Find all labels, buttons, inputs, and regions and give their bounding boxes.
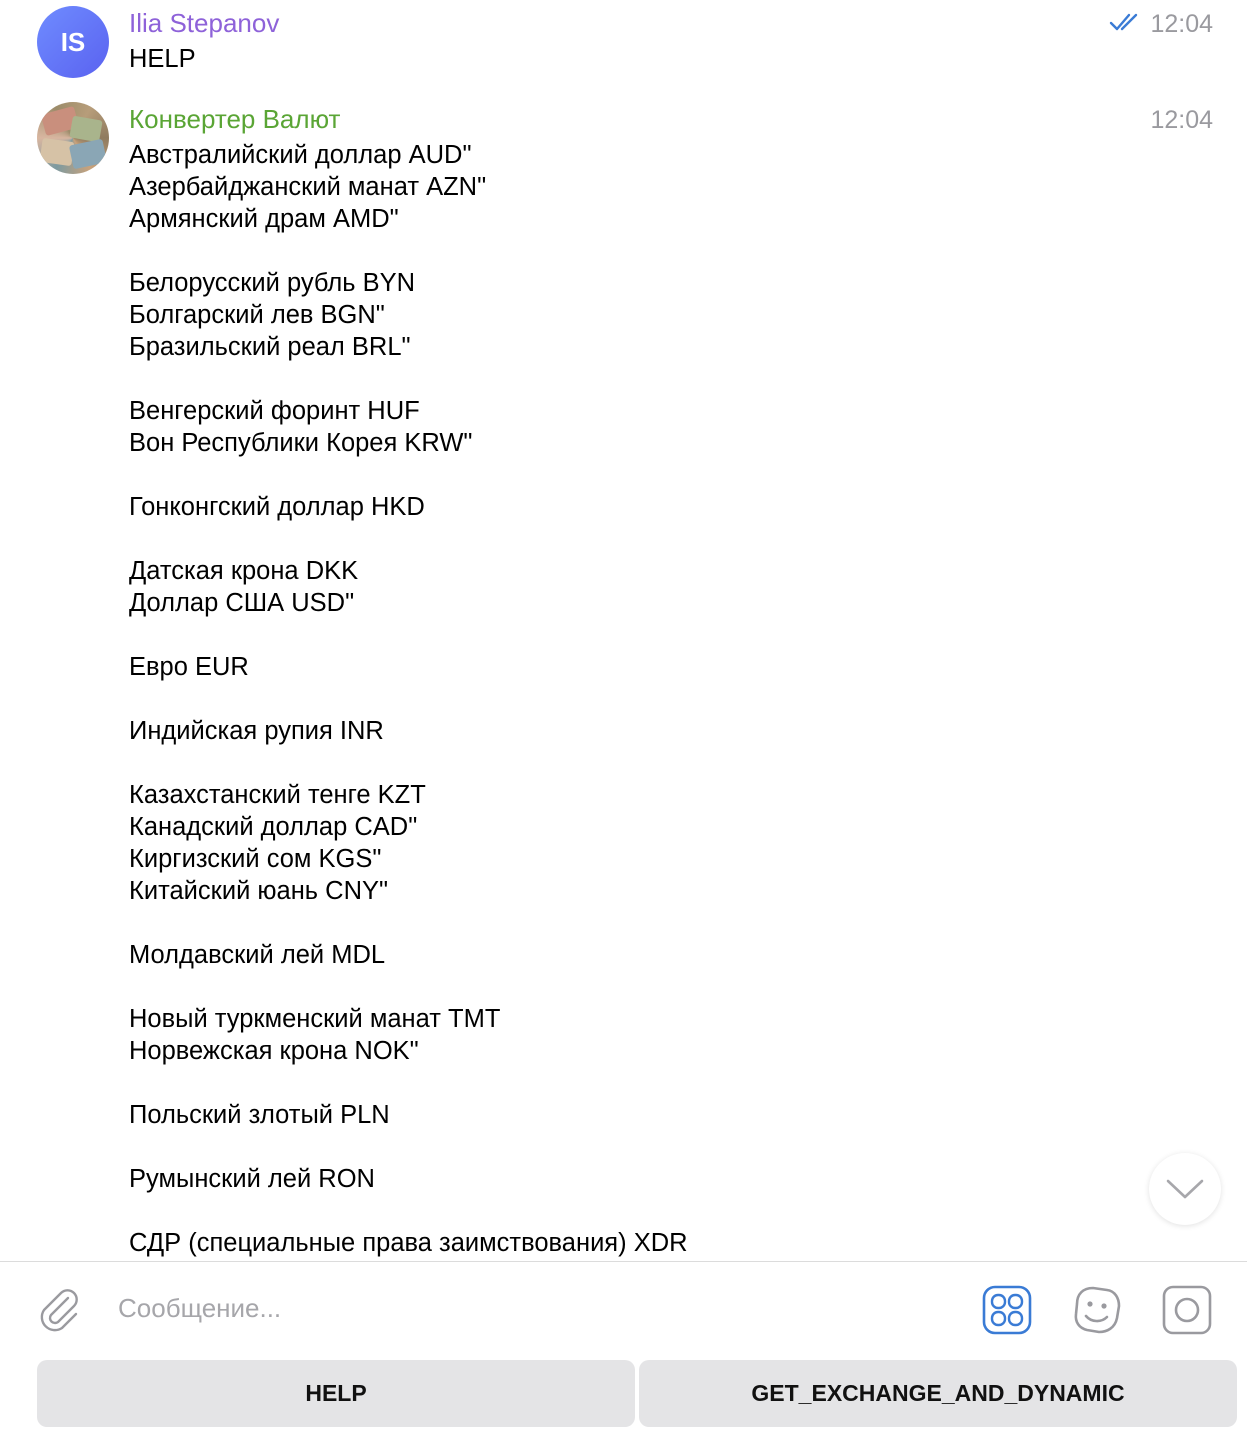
message-time: 12:04 bbox=[1150, 10, 1213, 38]
sticker-icon[interactable] bbox=[1071, 1284, 1123, 1336]
avatar-initials: IS bbox=[60, 26, 86, 57]
camera-icon[interactable] bbox=[1161, 1284, 1213, 1336]
chevron-down-icon bbox=[1166, 1179, 1204, 1199]
scroll-to-bottom-button[interactable] bbox=[1149, 1153, 1221, 1225]
sender-name[interactable]: Конвертер Валют bbox=[129, 104, 340, 135]
keyboard-button-help[interactable]: HELP bbox=[37, 1360, 635, 1427]
attach-icon[interactable] bbox=[34, 1284, 82, 1332]
message-composer bbox=[0, 1262, 1247, 1352]
message-input[interactable] bbox=[98, 1280, 958, 1336]
keyboard-button-get-exchange[interactable]: GET_EXCHANGE_AND_DYNAMIC bbox=[639, 1360, 1237, 1427]
bot-keyboard-icon[interactable] bbox=[981, 1284, 1033, 1336]
message-text: HELP bbox=[129, 45, 196, 73]
read-checkmarks-icon bbox=[1109, 13, 1138, 31]
bot-reply-keyboard: HELP GET_EXCHANGE_AND_DYNAMIC bbox=[0, 1352, 1247, 1448]
sender-name[interactable]: Ilia Stepanov bbox=[129, 8, 279, 39]
avatar-currency-bot[interactable] bbox=[37, 102, 109, 174]
message-text: Австралийский доллар AUD" Азербайджански… bbox=[129, 141, 688, 1257]
chat-history: IS Ilia Stepanov 12:04 HELP Конвертер Ва… bbox=[0, 0, 1247, 1260]
avatar-ilia[interactable]: IS bbox=[37, 6, 109, 78]
message-time: 12:04 bbox=[1150, 106, 1213, 134]
